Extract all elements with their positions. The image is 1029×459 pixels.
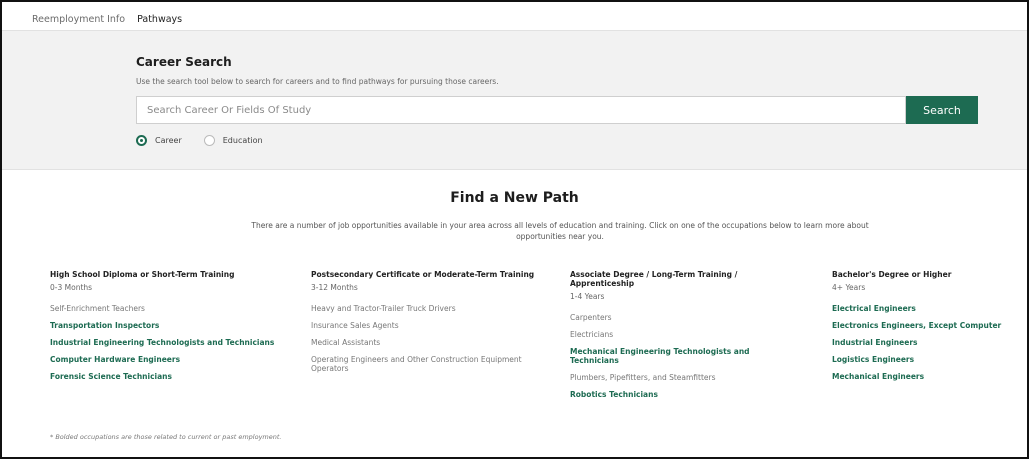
radio-education[interactable]: Education: [203, 135, 263, 146]
radio-unchecked-icon[interactable]: [203, 135, 215, 146]
column-duration: 4+ Years: [832, 283, 866, 292]
radio-education-label: Education: [222, 136, 263, 145]
column-duration: 1-4 Years: [570, 292, 605, 301]
search-type-radio-group: Career Education: [136, 135, 285, 146]
column-heading: High School Diploma or Short-Term Traini…: [50, 270, 235, 279]
occupation-link[interactable]: Medical Assistants: [311, 338, 556, 347]
column-duration: 0-3 Months: [50, 283, 93, 292]
column-heading: Associate Degree / Long-Term Training / …: [570, 270, 738, 288]
radio-career-label: Career: [155, 136, 182, 145]
column-heading: Bachelor's Degree or Higher: [832, 270, 952, 279]
occupation-link[interactable]: Logistics Engineers: [832, 355, 1022, 364]
find-path-description: There are a number of job opportunities …: [251, 221, 869, 241]
occupation-link[interactable]: Forensic Science Technicians: [50, 372, 300, 381]
find-path-title: Find a New Path: [450, 190, 579, 206]
column-high-school: High School Diploma or Short-Term Traini…: [50, 270, 300, 389]
column-associate: Associate Degree / Long-Term Training / …: [570, 270, 785, 407]
occupation-link[interactable]: Mechanical Engineers: [832, 372, 1022, 381]
bold-occupations-footnote: * Bolded occupations are those related t…: [50, 433, 282, 441]
radio-career[interactable]: Career: [136, 135, 182, 146]
occupation-link[interactable]: Self-Enrichment Teachers: [50, 304, 300, 313]
occupation-link[interactable]: Electronics Engineers, Except Computer: [832, 321, 1022, 330]
column-duration: 3-12 Months: [311, 283, 358, 292]
occupation-link[interactable]: Industrial Engineering Technologists and…: [50, 338, 300, 347]
occupation-link[interactable]: Transportation Inspectors: [50, 321, 300, 330]
occupation-link[interactable]: Electricians: [570, 330, 785, 339]
occupation-link[interactable]: Robotics Technicians: [570, 390, 785, 399]
career-search-title: Career Search: [136, 55, 232, 69]
occupation-link[interactable]: Heavy and Tractor-Trailer Truck Drivers: [311, 304, 556, 313]
search-button[interactable]: Search: [906, 96, 978, 124]
career-search-panel: Career Search Use the search tool below …: [2, 30, 1027, 170]
occupation-link[interactable]: Carpenters: [570, 313, 785, 322]
column-postsecondary: Postsecondary Certificate or Moderate-Te…: [311, 270, 556, 381]
column-heading: Postsecondary Certificate or Moderate-Te…: [311, 270, 535, 279]
column-bachelors: Bachelor's Degree or Higher 4+ Years Ele…: [832, 270, 1022, 389]
career-search-description: Use the search tool below to search for …: [136, 77, 499, 86]
occupation-link[interactable]: Industrial Engineers: [832, 338, 1022, 347]
occupation-link[interactable]: Insurance Sales Agents: [311, 321, 556, 330]
occupation-link[interactable]: Mechanical Engineering Technologists and…: [570, 347, 785, 365]
occupation-link[interactable]: Plumbers, Pipefitters, and Steamfitters: [570, 373, 785, 382]
radio-checked-icon[interactable]: [136, 135, 147, 146]
search-input[interactable]: [136, 96, 906, 124]
occupation-link[interactable]: Operating Engineers and Other Constructi…: [311, 355, 556, 373]
occupation-link[interactable]: Electrical Engineers: [832, 304, 1022, 313]
occupation-link[interactable]: Computer Hardware Engineers: [50, 355, 300, 364]
